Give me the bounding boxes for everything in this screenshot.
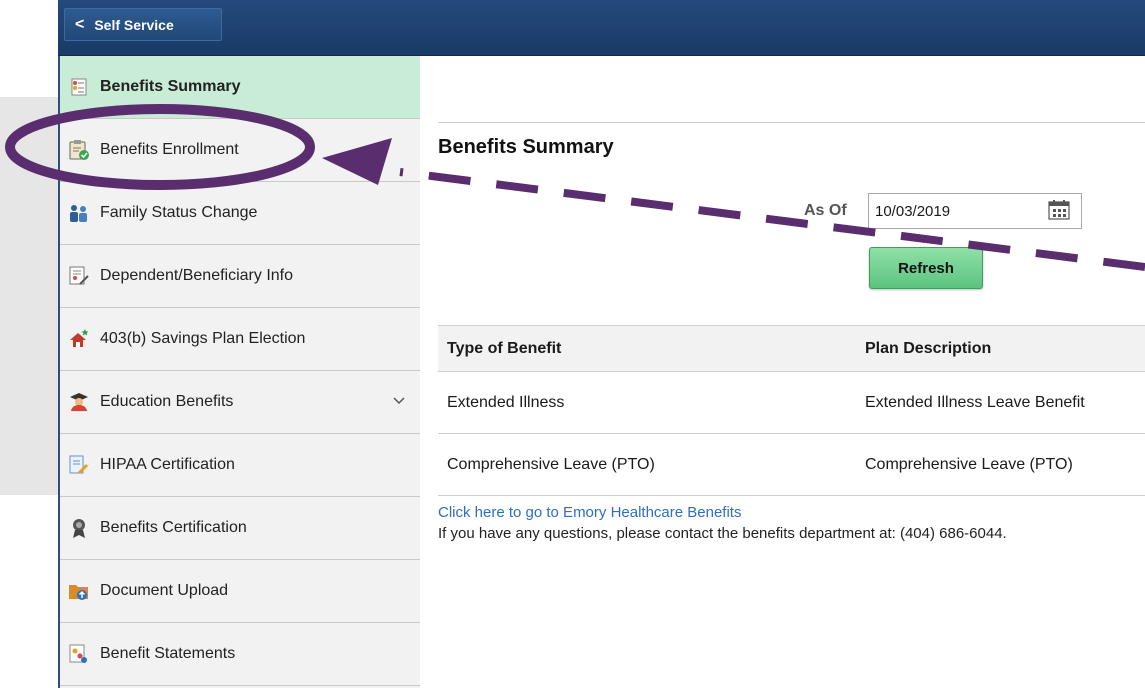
sidebar-item-benefits-summary[interactable]: Benefits Summary	[60, 56, 420, 119]
main-content: Benefits Summary As Of 10/03/2019 Refres…	[420, 56, 1145, 688]
sidebar-item-label: 403(b) Savings Plan Election	[100, 330, 306, 347]
self-service-back-button[interactable]: < Self Service	[64, 8, 222, 41]
sidebar-item-label: Document Upload	[100, 582, 229, 599]
sidebar-item-label: Benefits Summary	[100, 78, 241, 95]
divider	[438, 122, 1145, 123]
sidebar-item-education-benefits[interactable]: Education Benefits	[60, 371, 420, 434]
graduate-icon	[68, 391, 90, 413]
document-pencil-icon	[68, 454, 90, 476]
contact-info-text: If you have any questions, please contac…	[438, 525, 1007, 542]
sidebar: Benefits Summary Benefits Enrollment Fam…	[58, 56, 420, 688]
sidebar-item-label: Benefits Certification	[100, 519, 247, 536]
table-row[interactable]: Extended Illness Extended Illness Leave …	[438, 371, 1145, 434]
column-header: Plan Description	[856, 325, 1145, 372]
sidebar-item-label: Education Benefits	[100, 393, 234, 410]
chevron-down-icon[interactable]	[392, 393, 406, 411]
table-cell: Extended Illness	[438, 371, 856, 434]
as-of-label: As Of	[804, 202, 847, 219]
sidebar-item-label: Family Status Change	[100, 204, 258, 221]
sidebar-item-family-status-change[interactable]: Family Status Change	[60, 182, 420, 245]
sidebar-item-label: Benefits Enrollment	[100, 141, 239, 158]
table-cell: Comprehensive Leave (PTO)	[438, 433, 856, 496]
sidebar-item-benefits-certification[interactable]: Benefits Certification	[60, 497, 420, 560]
sidebar-item-benefits-enrollment[interactable]: Benefits Enrollment	[60, 119, 420, 182]
benefits-table: Type of Benefit Plan Description Extende…	[438, 325, 1145, 496]
column-header: Type of Benefit	[438, 325, 856, 372]
table-row[interactable]: Comprehensive Leave (PTO) Comprehensive …	[438, 433, 1145, 496]
calendar-icon[interactable]	[1047, 199, 1071, 221]
table-cell: Comprehensive Leave (PTO)	[856, 433, 1145, 496]
sidebar-item-document-upload[interactable]: Document Upload	[60, 560, 420, 623]
form-edit-icon	[68, 265, 90, 287]
folder-upload-icon	[68, 580, 90, 602]
benefits-summary-icon	[68, 76, 90, 98]
sidebar-item-403b-savings-plan-election[interactable]: 403(b) Savings Plan Election	[60, 308, 420, 371]
clipboard-check-icon	[68, 139, 90, 161]
house-star-icon	[68, 328, 90, 350]
back-button-label: Self Service	[94, 16, 174, 33]
sidebar-item-benefit-statements[interactable]: Benefit Statements	[60, 623, 420, 686]
page-title: Benefits Summary	[438, 136, 614, 158]
sidebar-item-label: Dependent/Beneficiary Info	[100, 267, 294, 284]
statements-icon	[68, 643, 90, 665]
sidebar-item-label: Benefit Statements	[100, 645, 236, 662]
chevron-left-icon: <	[75, 15, 85, 33]
sidebar-item-hipaa-certification[interactable]: HIPAA Certification	[60, 434, 420, 497]
table-header-row: Type of Benefit Plan Description	[438, 325, 1145, 372]
table-cell: Extended Illness Leave Benefit	[856, 371, 1145, 434]
sidebar-item-label: HIPAA Certification	[100, 456, 235, 473]
emory-healthcare-benefits-link[interactable]: Click here to go to Emory Healthcare Ben…	[438, 504, 741, 521]
sidebar-item-dependent-beneficiary-info[interactable]: Dependent/Beneficiary Info	[60, 245, 420, 308]
refresh-button[interactable]: Refresh	[869, 247, 983, 289]
family-icon	[68, 202, 90, 224]
ribbon-award-icon	[68, 517, 90, 539]
top-bar: < Self Service	[58, 0, 1145, 56]
